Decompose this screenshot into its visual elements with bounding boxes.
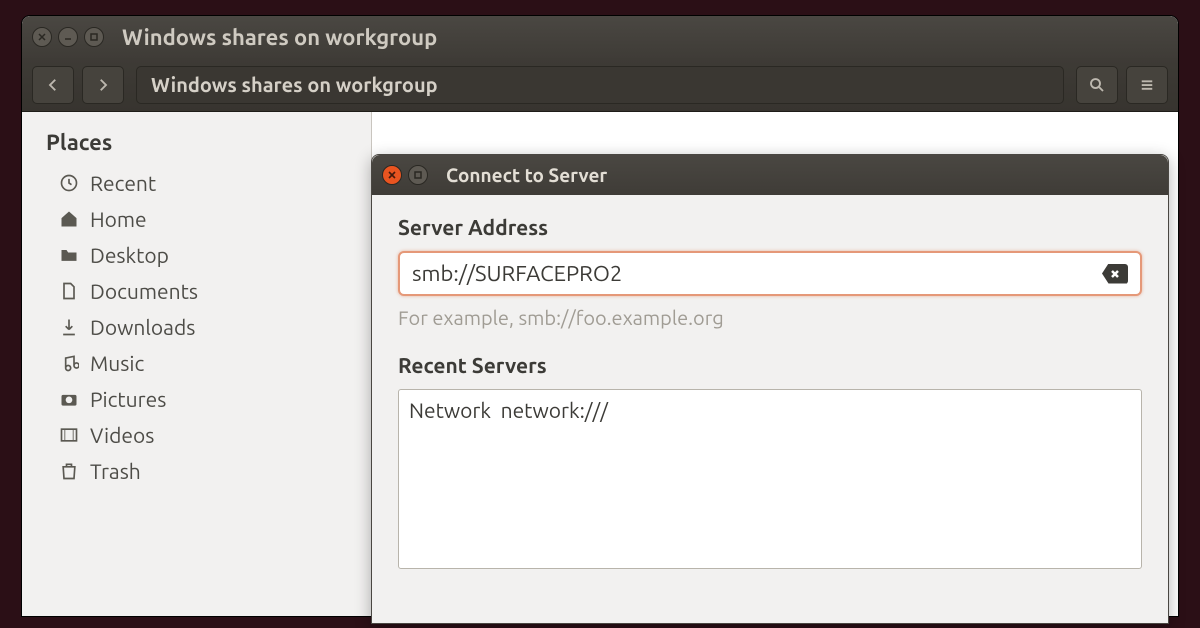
sidebar-item-music[interactable]: Music [36, 345, 371, 381]
sidebar-item-label: Recent [90, 171, 156, 195]
sidebar-item-label: Downloads [90, 315, 195, 339]
backspace-x-icon [1110, 269, 1120, 279]
maximize-icon [413, 170, 423, 180]
sidebar-item-label: Videos [90, 423, 154, 447]
chevron-right-icon [94, 76, 112, 94]
sidebar-item-documents[interactable]: Documents [36, 273, 371, 309]
sidebar-heading: Places [36, 126, 371, 165]
sidebar-item-label: Music [90, 351, 144, 375]
sidebar-item-desktop[interactable]: Desktop [36, 237, 371, 273]
sidebar-item-label: Documents [90, 279, 198, 303]
sidebar-item-videos[interactable]: Videos [36, 417, 371, 453]
clear-input-button[interactable] [1102, 264, 1128, 284]
recent-server-item[interactable]: Network network:/// [409, 396, 1131, 424]
maximize-icon [89, 32, 99, 42]
clock-icon [58, 173, 80, 193]
server-address-input[interactable] [412, 261, 1102, 286]
search-icon [1088, 76, 1106, 94]
sidebar-item-trash[interactable]: Trash [36, 453, 371, 489]
minimize-icon [63, 32, 73, 42]
server-address-hint: For example, smb://foo.example.org [398, 306, 1142, 329]
window-close-button[interactable] [32, 27, 52, 47]
sidebar-item-recent[interactable]: Recent [36, 165, 371, 201]
sidebar-item-home[interactable]: Home [36, 201, 371, 237]
trash-icon [58, 461, 80, 481]
music-icon [58, 353, 80, 373]
dialog-body: Server Address For example, smb://foo.ex… [372, 195, 1168, 589]
server-address-field-wrap [398, 251, 1142, 296]
video-icon [58, 425, 80, 445]
camera-icon [58, 389, 80, 409]
sidebar-item-downloads[interactable]: Downloads [36, 309, 371, 345]
sidebar-item-label: Pictures [90, 387, 166, 411]
download-icon [58, 317, 80, 337]
connect-to-server-dialog: Connect to Server Server Address For exa… [371, 154, 1169, 624]
window-title: Windows shares on workgroup [122, 25, 437, 50]
folder-icon [58, 245, 80, 265]
menu-button[interactable] [1126, 66, 1168, 104]
recent-servers-label: Recent Servers [398, 353, 1142, 377]
recent-servers-list[interactable]: Network network:/// [398, 389, 1142, 569]
sidebar-item-pictures[interactable]: Pictures [36, 381, 371, 417]
sidebar-item-label: Desktop [90, 243, 169, 267]
nav-back-button[interactable] [32, 66, 74, 104]
places-sidebar: Places Recent Home Desktop Documents Dow… [22, 112, 372, 616]
server-address-label: Server Address [398, 215, 1142, 239]
dialog-title: Connect to Server [446, 164, 607, 186]
nav-forward-button[interactable] [82, 66, 124, 104]
document-icon [58, 281, 80, 301]
close-icon [37, 32, 47, 42]
home-icon [58, 209, 80, 229]
search-button[interactable] [1076, 66, 1118, 104]
dialog-maximize-button[interactable] [408, 165, 428, 185]
toolbar: Windows shares on workgroup [22, 58, 1178, 112]
dialog-titlebar: Connect to Server [372, 155, 1168, 195]
window-maximize-button[interactable] [84, 27, 104, 47]
breadcrumb[interactable]: Windows shares on workgroup [136, 66, 1064, 104]
sidebar-item-label: Trash [90, 459, 141, 483]
sidebar-item-label: Home [90, 207, 147, 231]
window-titlebar: Windows shares on workgroup [22, 16, 1178, 58]
chevron-left-icon [44, 76, 62, 94]
dialog-close-button[interactable] [382, 165, 402, 185]
hamburger-icon [1138, 76, 1156, 94]
window-minimize-button[interactable] [58, 27, 78, 47]
close-icon [387, 170, 397, 180]
